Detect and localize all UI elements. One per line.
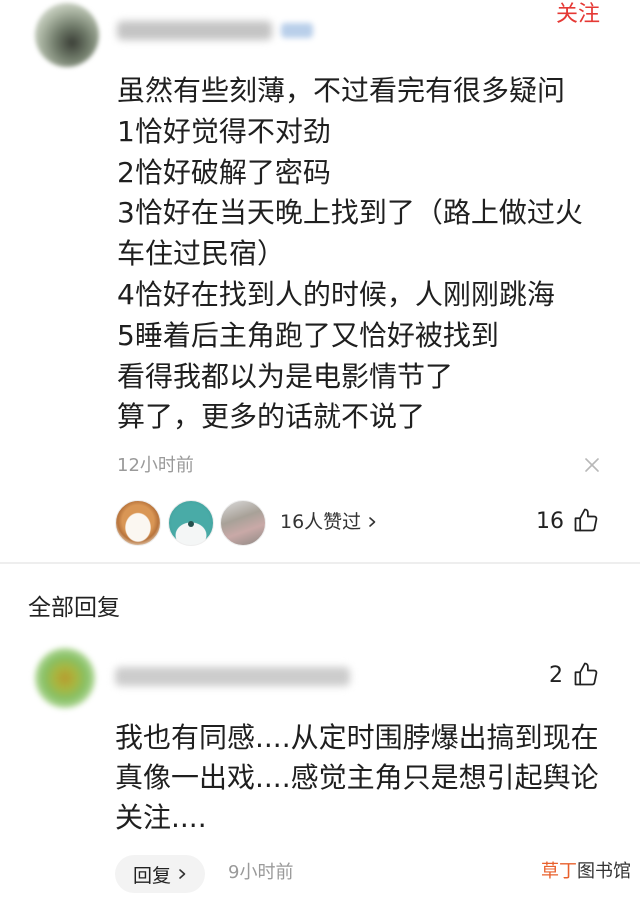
liker-avatar[interactable] bbox=[220, 500, 266, 546]
reply-line: 关注.... bbox=[115, 801, 207, 834]
comment-line: 1恰好觉得不对劲 bbox=[117, 114, 331, 148]
thumbs-up-icon[interactable] bbox=[572, 506, 600, 534]
comment-line: 3恰好在当天晚上找到了（路上做过火 bbox=[117, 196, 583, 230]
author-name-blurred[interactable] bbox=[117, 21, 272, 40]
follow-button[interactable]: 关注 bbox=[556, 2, 600, 28]
like-count: 16 bbox=[536, 509, 564, 534]
chevron-right-icon bbox=[369, 517, 376, 527]
watermark-part2: 图书馆 bbox=[577, 861, 631, 882]
thumbs-up-icon[interactable] bbox=[572, 660, 600, 688]
reply-button[interactable]: 回复 bbox=[115, 855, 205, 893]
reply-timestamp: 9小时前 bbox=[228, 862, 294, 883]
section-divider bbox=[0, 562, 640, 564]
comment-line: 4恰好在找到人的时候，人刚刚跳海 bbox=[117, 277, 555, 311]
watermark: 草丁图书馆 bbox=[541, 861, 631, 883]
comment-line: 算了，更多的话就不说了 bbox=[117, 400, 426, 434]
close-icon[interactable] bbox=[583, 456, 601, 474]
likers-summary-text: 16人赞过 bbox=[280, 511, 362, 533]
author-avatar[interactable] bbox=[35, 3, 99, 67]
author-badge-blurred bbox=[281, 23, 313, 38]
comment-line: 看得我都以为是电影情节了 bbox=[117, 359, 454, 393]
reply-author-avatar[interactable] bbox=[35, 648, 95, 708]
reply-line: 我也有同感....从定时围脖爆出搞到现在 bbox=[115, 721, 599, 754]
reply-line: 真像一出戏....感觉主角只是想引起舆论 bbox=[115, 761, 599, 794]
all-replies-title: 全部回复 bbox=[28, 595, 120, 621]
liker-avatar[interactable] bbox=[168, 500, 214, 546]
watermark-part1: 草丁 bbox=[541, 861, 577, 882]
comment-body: 虽然有些刻薄，不过看完有很多疑问 1恰好觉得不对劲 2恰好破解了密码 3恰好在当… bbox=[117, 71, 583, 438]
reply-button-label: 回复 bbox=[132, 864, 171, 887]
chevron-right-icon bbox=[179, 869, 186, 879]
reply-body: 我也有同感....从定时围脖爆出搞到现在 真像一出戏....感觉主角只是想引起舆… bbox=[115, 718, 599, 838]
comment-line: 5睡着后主角跑了又恰好被找到 bbox=[117, 318, 499, 352]
comment-line: 2恰好破解了密码 bbox=[117, 155, 331, 189]
liker-avatar[interactable] bbox=[115, 500, 161, 546]
reply-author-name-blurred[interactable] bbox=[115, 667, 350, 686]
reply-like-count: 2 bbox=[549, 663, 563, 688]
comment-timestamp: 12小时前 bbox=[117, 455, 194, 476]
comment-line: 虽然有些刻薄，不过看完有很多疑问 bbox=[117, 74, 566, 107]
likers-summary-link[interactable]: 16人赞过 bbox=[280, 510, 377, 534]
comment-line: 车住过民宿） bbox=[117, 237, 286, 271]
